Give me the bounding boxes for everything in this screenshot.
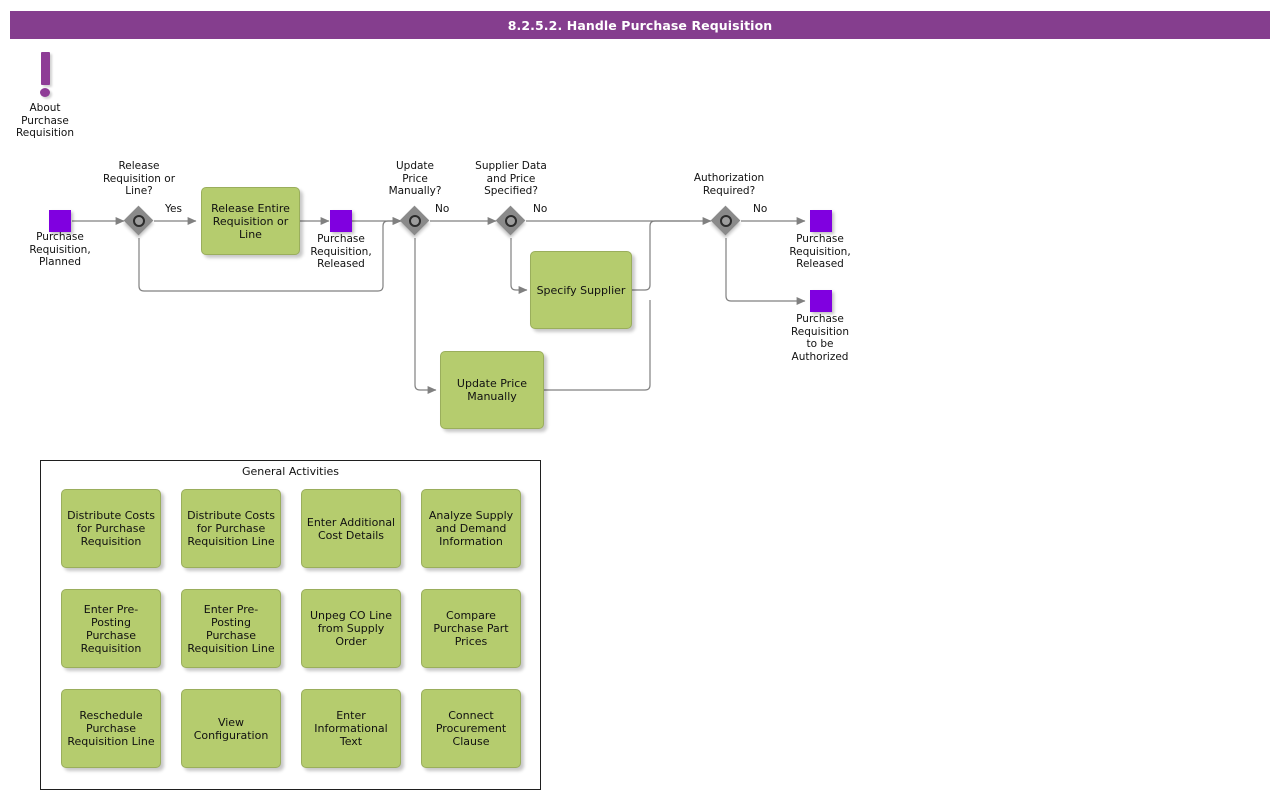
- activity-release-entire-requisition-or-line[interactable]: Release Entire Requisition or Line: [201, 187, 300, 255]
- general-activity-enter-pre-posting-purchase-requisition-line[interactable]: Enter Pre- Posting Purchase Requisition …: [181, 589, 281, 668]
- page-title: 8.2.5.2. Handle Purchase Requisition: [507, 17, 773, 33]
- activity-update-price-manually[interactable]: Update Price Manually: [440, 351, 544, 429]
- gateway-ring-icon: [133, 215, 145, 227]
- flow-label-yes-release: Yes: [165, 203, 182, 215]
- general-activity-enter-informational-text[interactable]: Enter Informational Text: [301, 689, 401, 768]
- exclamation-dot-icon: [40, 88, 50, 97]
- general-activity-connect-procurement-clause[interactable]: Connect Procurement Clause: [421, 689, 521, 768]
- gateway-authorization-required[interactable]: [710, 205, 741, 236]
- general-activity-reschedule-purchase-requisition-line[interactable]: Reschedule Purchase Requisition Line: [61, 689, 161, 768]
- page-title-bar: 8.2.5.2. Handle Purchase Requisition: [10, 11, 1270, 39]
- gateway-label-supplier-data-and-price-specified: Supplier Data and Price Specified?: [475, 160, 547, 197]
- state-node-purchase-requisition-released-2[interactable]: [810, 210, 832, 232]
- state-node-purchase-requisition-to-be-authorized[interactable]: [810, 290, 832, 312]
- general-activities-title: General Activities: [241, 465, 340, 478]
- gateway-ring-icon: [409, 215, 421, 227]
- flow-price-yes-to-activity: [414, 238, 437, 394]
- general-activity-enter-additional-cost-details[interactable]: Enter Additional Cost Details: [301, 489, 401, 568]
- note-label: About Purchase Requisition: [15, 102, 75, 139]
- general-activity-distribute-costs-purchase-requisition[interactable]: Distribute Costs for Purchase Requisitio…: [61, 489, 161, 568]
- gateway-ring-icon: [505, 215, 517, 227]
- gateway-ring-icon: [720, 215, 732, 227]
- state-node-purchase-requisition-released-1[interactable]: [330, 210, 352, 232]
- state-label-purchase-requisition-released-1: Purchase Requisition, Released: [310, 233, 372, 270]
- general-activity-analyze-supply-and-demand-information[interactable]: Analyze Supply and Demand Information: [421, 489, 521, 568]
- gateway-update-price-manually[interactable]: [399, 205, 430, 236]
- flow-label-no-supplier: No: [533, 203, 548, 215]
- flow-supplier-to-activity: [510, 238, 528, 294]
- general-activities-grid: Distribute Costs for Purchase Requisitio…: [61, 489, 523, 768]
- flow-label-no-authorization: No: [753, 203, 768, 215]
- flow-label-no-update-price: No: [435, 203, 450, 215]
- general-activity-view-configuration[interactable]: View Configuration: [181, 689, 281, 768]
- gateway-label-authorization-required: Authorization Required?: [693, 172, 765, 197]
- general-activities-panel: General Activities Distribute Costs for …: [40, 460, 541, 790]
- general-activity-enter-pre-posting-purchase-requisition[interactable]: Enter Pre- Posting Purchase Requisition: [61, 589, 161, 668]
- gateway-supplier-data-and-price-specified[interactable]: [495, 205, 526, 236]
- general-activity-compare-purchase-part-prices[interactable]: Compare Purchase Part Prices: [421, 589, 521, 668]
- state-label-purchase-requisition-planned: Purchase Requisition, Planned: [29, 231, 91, 268]
- state-label-purchase-requisition-to-be-authorized: Purchase Requisition to be Authorized: [790, 313, 850, 363]
- gateway-release-requisition-or-line[interactable]: [123, 205, 154, 236]
- state-label-purchase-requisition-released-2: Purchase Requisition, Released: [789, 233, 851, 270]
- general-activity-distribute-costs-purchase-requisition-line[interactable]: Distribute Costs for Purchase Requisitio…: [181, 489, 281, 568]
- activity-specify-supplier[interactable]: Specify Supplier: [530, 251, 632, 329]
- general-activity-unpeg-co-line-from-supply-order[interactable]: Unpeg CO Line from Supply Order: [301, 589, 401, 668]
- gateway-label-update-price-manually: Update Price Manually?: [388, 160, 442, 197]
- flow-specify-supplier-merge: [632, 220, 690, 291]
- gateway-label-release-requisition-or-line: Release Requisition or Line?: [102, 160, 176, 197]
- about-purchase-requisition-note[interactable]: About Purchase Requisition: [14, 52, 76, 140]
- state-node-purchase-requisition-planned[interactable]: [49, 210, 71, 232]
- exclamation-mark-icon: [40, 52, 50, 85]
